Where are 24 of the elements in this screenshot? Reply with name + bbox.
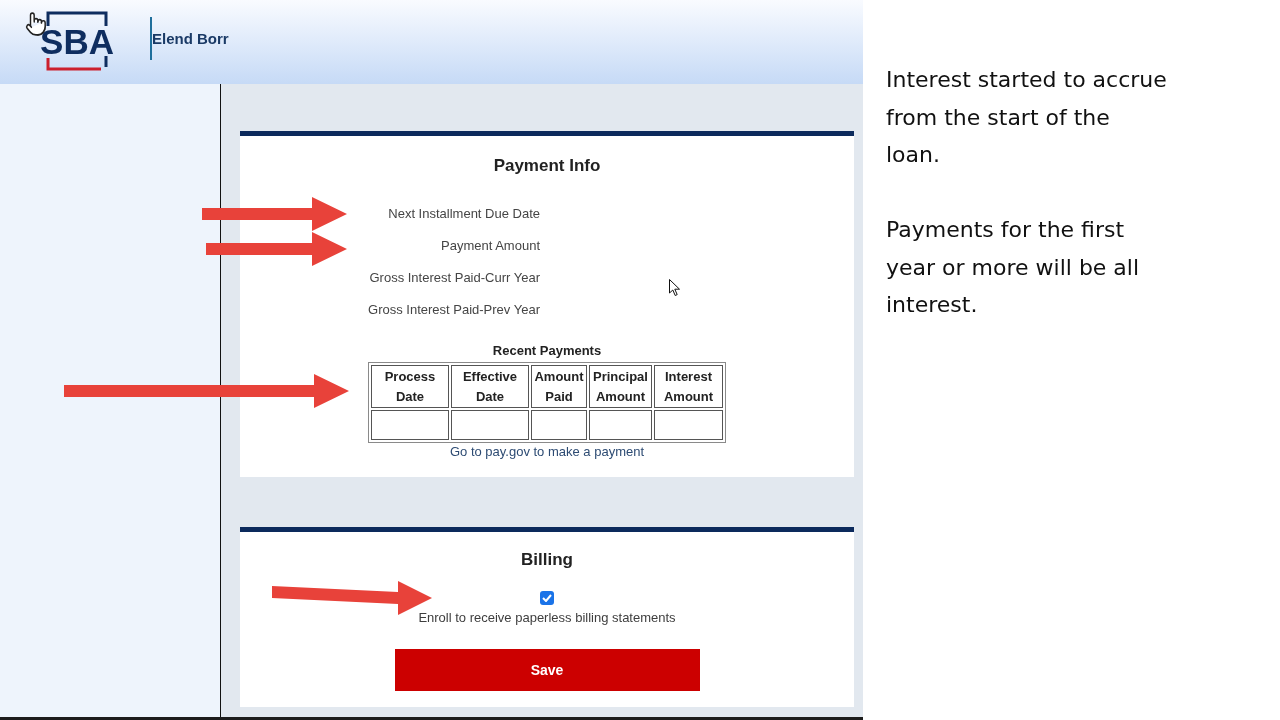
note-paragraph: Interest started to accrue from the start of the loan. <box>886 66 1168 169</box>
field-label: Next Installment Due Date <box>388 206 540 222</box>
field-label: Payment Amount <box>441 238 540 254</box>
sba-logo[interactable]: SBA <box>38 11 116 71</box>
table-cell <box>589 410 652 440</box>
checkbox-label: Enroll to receive paperless billing statements <box>418 610 676 626</box>
table-cell <box>531 410 587 440</box>
table-title: Recent Payments <box>492 343 602 359</box>
pay-link[interactable]: Go to pay.gov to make a payment <box>449 444 645 460</box>
card-title: Payment Info <box>493 156 601 176</box>
card-title: Billing <box>521 550 573 570</box>
column-header: Amount Paid <box>531 365 587 408</box>
column-header: Principal Amount <box>589 365 652 408</box>
column-header: Effective Date <box>451 365 529 408</box>
column-header: Process Date <box>371 365 449 408</box>
checkbox[interactable] <box>540 591 554 605</box>
field-label: Gross Interest Paid-Prev Year <box>368 302 540 318</box>
note-paragraph: Payments for the first year or more will be all interest. <box>886 216 1141 319</box>
mouse-pointer-icon <box>669 279 680 296</box>
save-button[interactable]: Save <box>394 649 700 691</box>
field-label: Gross Interest Paid-Curr Year <box>369 270 540 286</box>
column-header: Interest Amount <box>654 365 723 408</box>
table-cell <box>654 410 723 440</box>
app-title: Elend Borr <box>152 29 229 47</box>
